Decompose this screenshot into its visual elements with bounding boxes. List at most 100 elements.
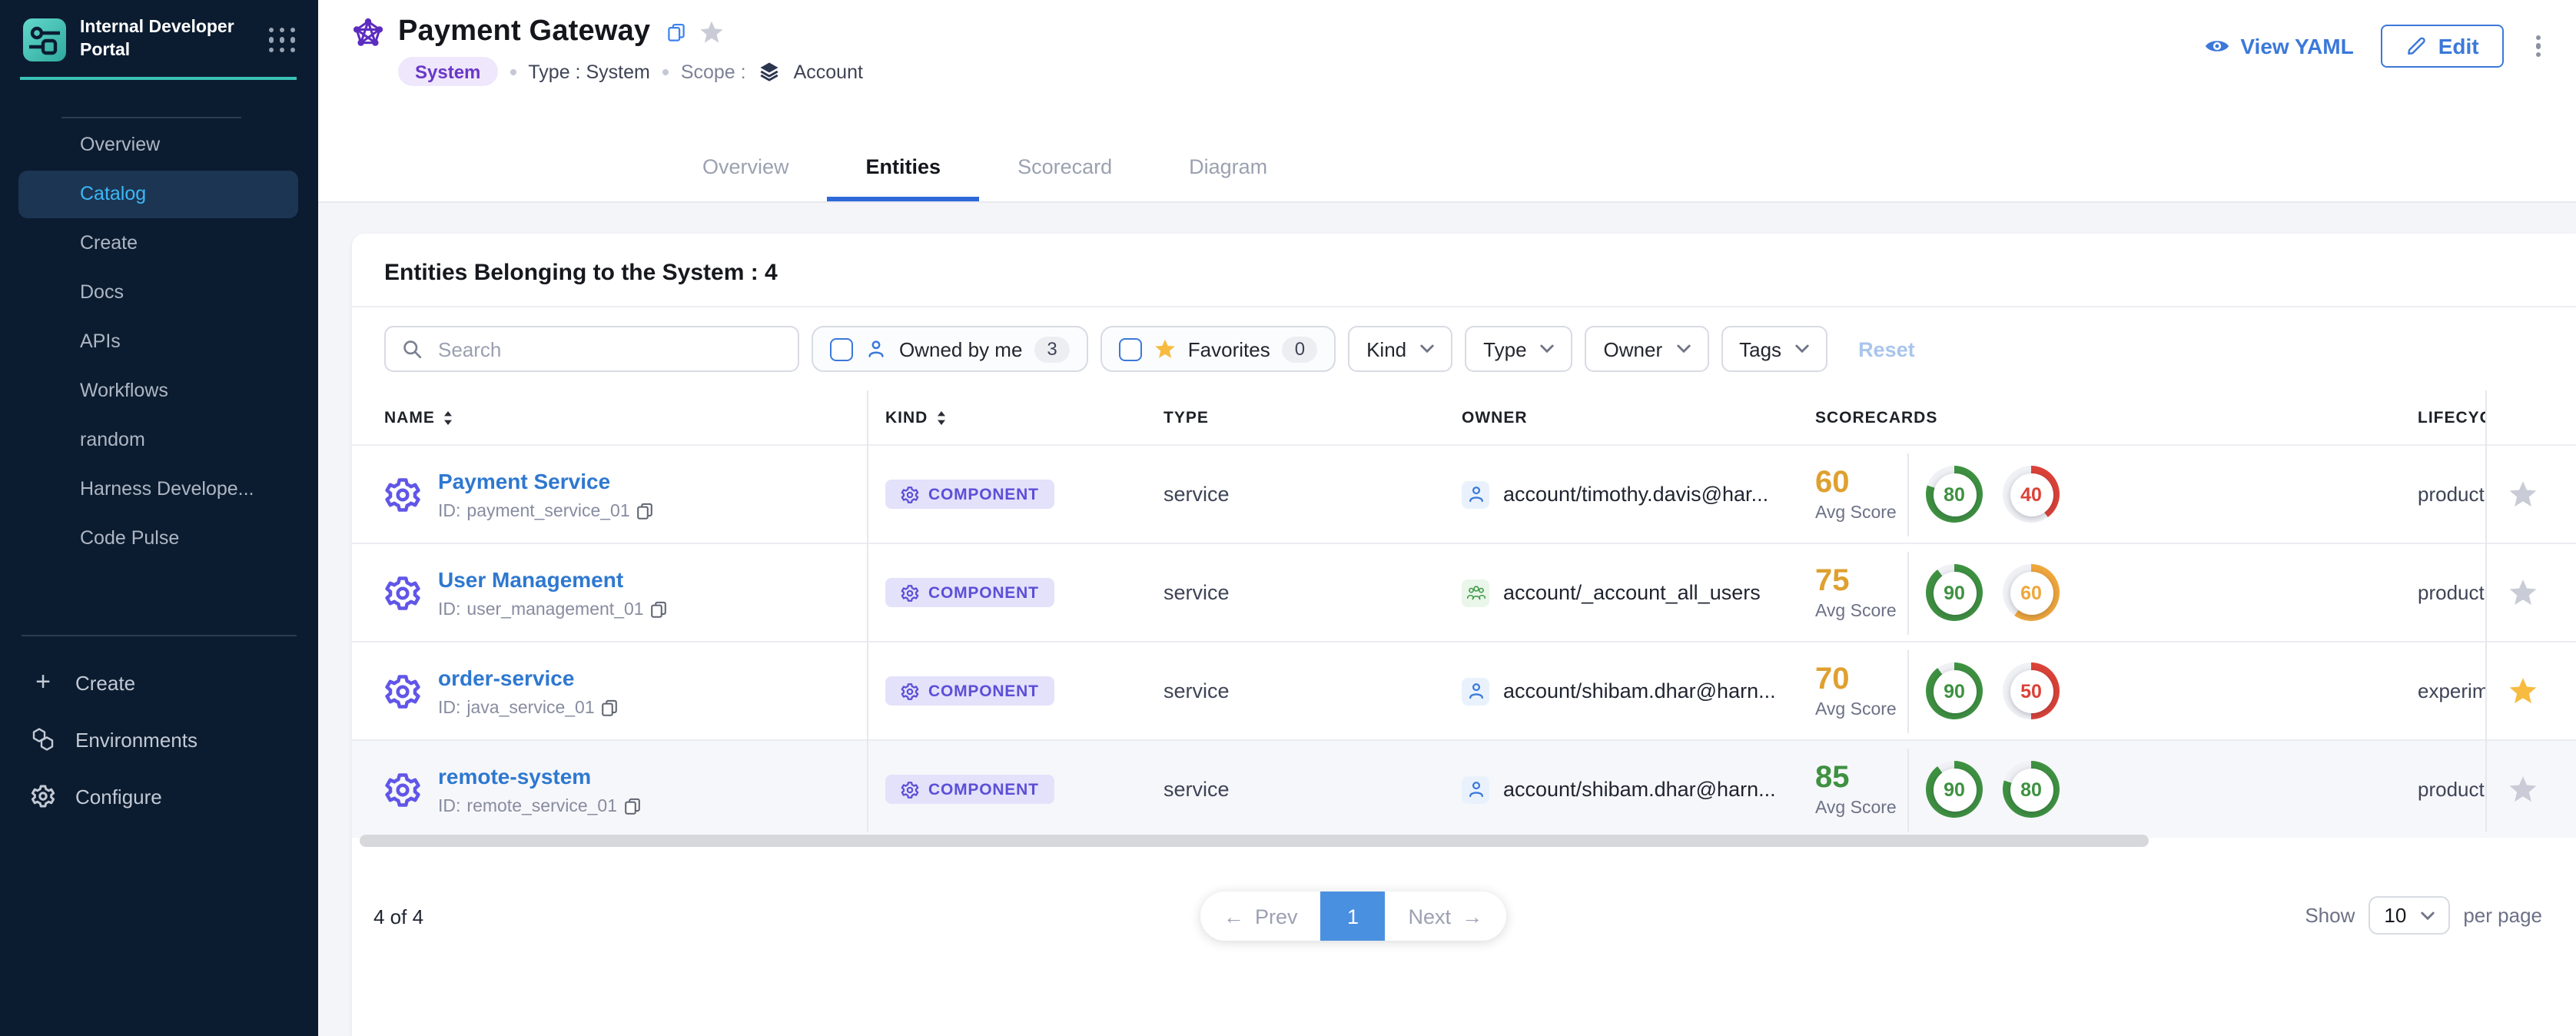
owner-text[interactable]: account/timothy.davis@har... bbox=[1503, 483, 1768, 506]
favorites-count: 0 bbox=[1283, 336, 1317, 362]
scorecards-cell: 60 Avg Score 8040 bbox=[1798, 453, 2398, 536]
sidebar-footer-item-environments[interactable]: Environments bbox=[0, 713, 318, 765]
page-number-button[interactable]: 1 bbox=[1321, 892, 1386, 941]
favorites-filter[interactable]: Favorites 0 bbox=[1100, 326, 1336, 372]
favorite-star-icon[interactable] bbox=[2508, 578, 2538, 607]
column-header-owner: OWNER bbox=[1462, 408, 1798, 427]
filter-dropdown-owner[interactable]: Owner bbox=[1585, 326, 1709, 372]
kind-badge: COMPONENT bbox=[885, 676, 1054, 706]
sidebar-item-harness-develope[interactable]: Harness Develope... bbox=[18, 466, 298, 513]
sidebar-footer-item-create[interactable]: +Create bbox=[0, 656, 318, 709]
column-header-name[interactable]: NAME bbox=[352, 408, 867, 427]
table-body: Payment Service ID: payment_service_01 C… bbox=[352, 444, 2576, 838]
per-page-label: per page bbox=[2463, 904, 2542, 927]
chevron-down-icon bbox=[2420, 911, 2434, 920]
reset-filters-button[interactable]: Reset bbox=[1858, 337, 1915, 360]
table-row: User Management ID: user_management_01 C… bbox=[352, 543, 2576, 641]
tab-diagram[interactable]: Diagram bbox=[1189, 155, 1267, 201]
sidebar-footer-divider bbox=[22, 635, 297, 636]
sidebar-item-workflows[interactable]: Workflows bbox=[18, 367, 298, 415]
search-box[interactable] bbox=[384, 326, 799, 372]
favorite-title-star-icon[interactable] bbox=[699, 20, 724, 45]
copy-id-icon[interactable] bbox=[623, 798, 640, 815]
meta-scope-value: Account bbox=[794, 61, 863, 82]
sidebar-item-catalog[interactable]: Catalog bbox=[18, 171, 298, 218]
tab-scorecard[interactable]: Scorecard bbox=[1017, 155, 1112, 201]
tab-overview[interactable]: Overview bbox=[702, 155, 789, 201]
copy-id-icon[interactable] bbox=[650, 601, 667, 618]
owned-by-me-filter[interactable]: Owned by me 3 bbox=[812, 326, 1088, 372]
lifecycle-cell: experimental bbox=[2398, 679, 2485, 702]
sidebar-footer-items: +CreateEnvironmentsConfigure bbox=[0, 656, 318, 822]
entity-id: ID: payment_service_01 bbox=[438, 502, 653, 520]
group-icon bbox=[1462, 579, 1489, 606]
type-cell: service bbox=[1164, 581, 1462, 604]
edit-button[interactable]: Edit bbox=[2382, 25, 2504, 68]
search-input[interactable] bbox=[435, 336, 782, 362]
type-cell: service bbox=[1164, 483, 1462, 506]
filter-dropdown-kind[interactable]: Kind bbox=[1348, 326, 1452, 372]
entity-name-link[interactable]: User Management bbox=[438, 566, 623, 591]
filter-dropdown-tags[interactable]: Tags bbox=[1721, 326, 1827, 372]
page-header: Payment Gateway System Type : System Sco… bbox=[318, 0, 2576, 203]
filter-dropdown-type[interactable]: Type bbox=[1465, 326, 1572, 372]
score-gauge: 80 bbox=[2003, 761, 2060, 818]
owned-by-me-checkbox[interactable] bbox=[830, 337, 853, 360]
column-header-kind[interactable]: KIND bbox=[867, 408, 1164, 427]
owner-text[interactable]: account/_account_all_users bbox=[1503, 581, 1761, 604]
score-divider bbox=[1907, 551, 1909, 634]
filter-row: Owned by me 3 Favorites 0 Kind Type Owner T… bbox=[352, 307, 2576, 390]
environments-hex-icon bbox=[31, 727, 55, 752]
more-options-kebab-icon[interactable] bbox=[2531, 30, 2545, 61]
owned-by-me-count: 3 bbox=[1034, 336, 1069, 362]
horizontal-scrollbar[interactable] bbox=[360, 835, 2149, 847]
scorecards-cell: 75 Avg Score 9060 bbox=[1798, 551, 2398, 634]
copy-title-icon[interactable] bbox=[667, 23, 685, 42]
kind-badge: COMPONENT bbox=[885, 578, 1054, 607]
entity-name-link[interactable]: Payment Service bbox=[438, 468, 610, 493]
sidebar-item-create[interactable]: Create bbox=[18, 220, 298, 267]
owner-text[interactable]: account/shibam.dhar@harn... bbox=[1503, 778, 1776, 801]
sidebar-footer: +CreateEnvironmentsConfigure bbox=[0, 635, 318, 822]
module-grid-icon[interactable] bbox=[269, 28, 297, 52]
harness-logo-icon bbox=[23, 18, 66, 61]
sort-icon[interactable] bbox=[935, 410, 946, 425]
app-root: Internal Developer Portal OverviewCatalo… bbox=[0, 0, 2576, 1036]
system-kind-badge: System bbox=[398, 57, 497, 86]
favorite-star-icon[interactable] bbox=[2508, 676, 2538, 706]
sidebar-nav: OverviewCatalogCreateDocsAPIsWorkflowsra… bbox=[0, 118, 318, 563]
entity-name-link[interactable]: remote-system bbox=[438, 763, 591, 788]
page-size-select[interactable]: 10 bbox=[2369, 896, 2449, 935]
copy-id-icon[interactable] bbox=[601, 699, 618, 716]
favorite-star-icon[interactable] bbox=[2508, 775, 2538, 804]
copy-id-icon[interactable] bbox=[636, 503, 653, 520]
sidebar-item-overview[interactable]: Overview bbox=[18, 121, 298, 169]
sidebar-item-apis[interactable]: APIs bbox=[18, 318, 298, 366]
page-title: Payment Gateway bbox=[398, 15, 650, 49]
scorecards-cell: 85 Avg Score 9080 bbox=[1798, 748, 2398, 831]
type-cell: service bbox=[1164, 778, 1462, 801]
entities-card: Entities Belonging to the System : 4 Own… bbox=[352, 234, 2576, 1036]
sidebar-item-code-pulse[interactable]: Code Pulse bbox=[18, 515, 298, 563]
owner-text[interactable]: account/shibam.dhar@harn... bbox=[1503, 679, 1776, 702]
next-page-button[interactable]: Next → bbox=[1386, 892, 1506, 941]
favorite-star-icon[interactable] bbox=[2508, 480, 2538, 509]
sidebar-item-docs[interactable]: Docs bbox=[18, 269, 298, 317]
score-gauge: 90 bbox=[1926, 564, 1983, 621]
prev-page-button[interactable]: ← Prev bbox=[1200, 892, 1321, 941]
avg-score-label: Avg Score bbox=[1815, 700, 1901, 719]
sidebar-item-random[interactable]: random bbox=[18, 417, 298, 464]
entity-name-link[interactable]: order-service bbox=[438, 665, 574, 689]
lifecycle-cell: production bbox=[2398, 483, 2485, 506]
favorites-checkbox[interactable] bbox=[1119, 337, 1142, 360]
meta-type: Type : System bbox=[528, 61, 649, 82]
score-gauge: 50 bbox=[2003, 662, 2060, 719]
sidebar-footer-item-configure[interactable]: Configure bbox=[0, 770, 318, 822]
sort-icon[interactable] bbox=[443, 410, 453, 425]
table-row: remote-system ID: remote_service_01 COMP… bbox=[352, 739, 2576, 838]
entity-id: ID: remote_service_01 bbox=[438, 797, 640, 815]
chevron-down-icon bbox=[1676, 344, 1690, 354]
tab-entities[interactable]: Entities bbox=[866, 155, 941, 201]
type-cell: service bbox=[1164, 679, 1462, 702]
view-yaml-button[interactable]: View YAML bbox=[2203, 34, 2353, 58]
